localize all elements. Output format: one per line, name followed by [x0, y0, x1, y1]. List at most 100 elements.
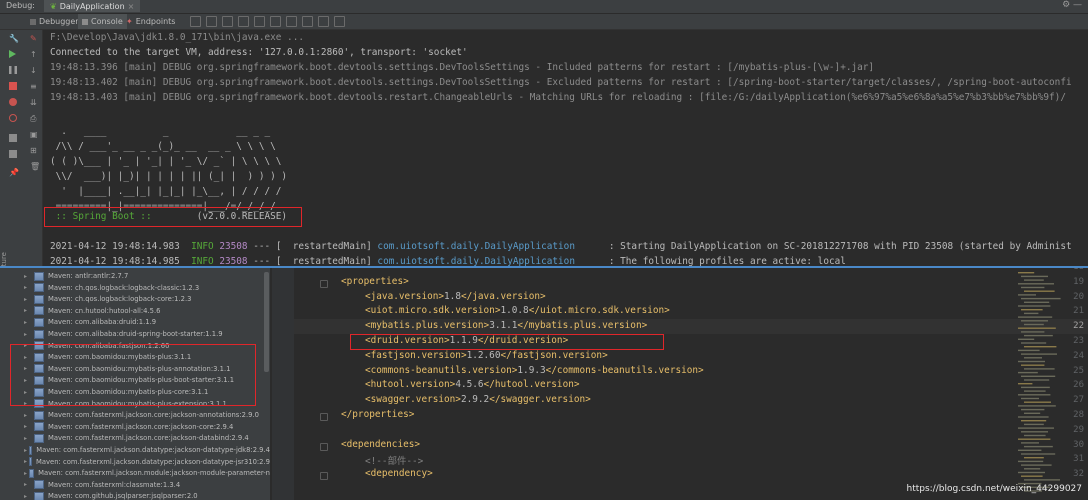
- close-icon[interactable]: ×: [128, 2, 135, 11]
- tree-item[interactable]: ▸ Maven: com.github.jsqlparser:jsqlparser…: [0, 490, 270, 500]
- minimap-line: [1024, 346, 1057, 348]
- minimap-line: [1021, 453, 1056, 455]
- print-icon[interactable]: ⎙: [30, 114, 38, 123]
- log-thread: --- [ restartedMain]: [247, 256, 378, 266]
- tree-item[interactable]: ▸ Maven: ch.qos.logback:logback-classic:1…: [0, 282, 270, 294]
- tree-item[interactable]: ▸ Maven: cn.hutool:hutool-all:4.5.6: [0, 305, 270, 317]
- minimap-line: [1021, 364, 1045, 366]
- minimap-line: [1021, 442, 1039, 444]
- tree-item[interactable]: ▸ Maven: com.fasterxml.jackson.core:jacks…: [0, 421, 270, 433]
- tree-scrollbar[interactable]: [264, 272, 269, 372]
- expand-arrow-icon[interactable]: ▸: [24, 458, 27, 465]
- tree-item[interactable]: ▸ Maven: com.fasterxml.jackson.datatype:j…: [0, 444, 270, 456]
- log-logger[interactable]: com.uiotsoft.daily.DailyApplication: [377, 256, 575, 266]
- tree-item[interactable]: ▸ Maven: antlr:antlr:2.7.7: [0, 270, 270, 282]
- restore-layout-icon[interactable]: ▣: [30, 130, 38, 139]
- tree-item[interactable]: ▸ Maven: com.fasterxml.jackson.core:jacks…: [0, 409, 270, 421]
- minimap-line: [1024, 468, 1041, 470]
- tree-highlight-box: [10, 344, 256, 406]
- expand-arrow-icon[interactable]: ▸: [24, 331, 32, 338]
- step-out-icon[interactable]: [254, 16, 265, 27]
- tree-item[interactable]: ▸ Maven: com.fasterxml.jackson.module:jac…: [0, 467, 270, 479]
- view-breakpoints-icon[interactable]: [9, 98, 17, 106]
- camera-icon[interactable]: [9, 134, 17, 142]
- clear-all-icon[interactable]: 🗑: [30, 162, 40, 171]
- expand-arrow-icon[interactable]: ▸: [24, 493, 32, 500]
- xml-open-tag: <dependency>: [365, 468, 433, 480]
- tree-item[interactable]: ▸ Maven: com.fasterxml:classmate:1.3.4: [0, 479, 270, 491]
- wrench-icon[interactable]: 🔧: [9, 34, 19, 43]
- minimap-line: [1021, 475, 1043, 477]
- code-line: <uiot.micro.sdk.version>1.0.8</uiot.micr…: [365, 305, 670, 316]
- tab-console[interactable]: Console: [78, 14, 127, 29]
- log-logger[interactable]: com.uiotsoft.daily.DailyApplication: [377, 241, 575, 252]
- layout-icon[interactable]: [334, 16, 345, 27]
- library-icon: [29, 468, 35, 478]
- resume-icon[interactable]: [9, 50, 16, 58]
- stop-icon[interactable]: [9, 82, 17, 90]
- expand-arrow-icon[interactable]: ▸: [24, 481, 32, 488]
- scroll-to-end-icon[interactable]: ⇊: [30, 98, 38, 107]
- edit-icon[interactable]: ✎: [30, 34, 38, 43]
- tree-item[interactable]: ▸ Maven: com.fasterxml.jackson.datatype:j…: [0, 456, 270, 468]
- trace-icon[interactable]: [318, 16, 329, 27]
- soft-wrap-icon[interactable]: ≡: [30, 82, 38, 91]
- expand-arrow-icon[interactable]: ▸: [24, 284, 32, 291]
- tree-item[interactable]: ▸ Maven: ch.qos.logback:logback-core:1.2.…: [0, 293, 270, 305]
- console-line: 19:48:13.402 [main] DEBUG org.springfram…: [50, 77, 1072, 88]
- xml-open-tag: <uiot.micro.sdk.version>: [365, 305, 501, 317]
- tab-endpoints[interactable]: ✦ Endpoints: [122, 14, 179, 29]
- settings-icon[interactable]: ⚙ —: [1062, 0, 1082, 10]
- tree-item[interactable]: ▸ Maven: com.fasterxml.jackson.core:jacks…: [0, 432, 270, 444]
- fold-marker-icon[interactable]: [320, 442, 328, 451]
- step-into-icon[interactable]: [222, 16, 233, 27]
- minimap-line: [1021, 297, 1061, 300]
- run-config-tab[interactable]: ❦ DailyApplication ×: [44, 0, 141, 12]
- tree-item-label: Maven: antlr:antlr:2.7.7: [48, 272, 129, 280]
- fold-marker-icon[interactable]: [320, 472, 328, 481]
- expand-arrow-icon[interactable]: ▸: [24, 470, 27, 477]
- tab-debugger[interactable]: Debugger: [26, 14, 83, 29]
- library-icon: [34, 317, 44, 327]
- fold-marker-icon[interactable]: [320, 413, 328, 421]
- log-timestamp: 2021-04-12 19:48:14.985: [50, 256, 180, 266]
- step-over-icon[interactable]: [206, 16, 217, 27]
- tree-item[interactable]: ▸ Maven: com.alibaba:druid:1.1.9: [0, 316, 270, 328]
- minimap-line: [1021, 342, 1047, 344]
- minimap-line: [1024, 457, 1044, 459]
- expand-arrow-icon[interactable]: ▸: [24, 447, 27, 454]
- expand-arrow-icon[interactable]: ▸: [24, 412, 32, 419]
- expand-arrow-icon[interactable]: ▸: [24, 435, 32, 442]
- minimap-line: [1024, 312, 1039, 315]
- expand-arrow-icon[interactable]: ▸: [24, 423, 32, 430]
- xml-open-tag: <java.version>: [365, 290, 445, 302]
- pause-icon[interactable]: [9, 66, 17, 74]
- console-line: F:\Develop\Java\jdk1.8.0_171\bin\java.ex…: [50, 32, 304, 43]
- down-arrow-icon[interactable]: ↓: [30, 66, 38, 75]
- tree-item-label: Maven: ch.qos.logback:logback-core:1.2.3: [48, 295, 192, 304]
- force-step-into-icon[interactable]: [238, 16, 249, 27]
- mute-breakpoints-icon[interactable]: [9, 114, 17, 122]
- run-to-cursor-icon[interactable]: [286, 16, 297, 27]
- xml-open-tag: <mybatis.plus.version>: [365, 320, 490, 332]
- up-arrow-icon[interactable]: ↑: [30, 50, 38, 59]
- console-output[interactable]: F:\Develop\Java\jdk1.8.0_171\bin\java.ex…: [44, 30, 1088, 266]
- settings-icon[interactable]: [9, 150, 17, 158]
- drop-frame-icon[interactable]: [270, 16, 281, 27]
- expand-arrow-icon[interactable]: ▸: [24, 296, 32, 303]
- expand-arrow-icon[interactable]: ▸: [24, 319, 32, 326]
- expand-arrow-icon[interactable]: ▸: [24, 273, 32, 280]
- tree-item[interactable]: ▸ Maven: com.alibaba:druid-spring-boot-st…: [0, 328, 270, 340]
- show-execution-point-icon[interactable]: [190, 16, 201, 27]
- minimap-line: [1018, 283, 1054, 285]
- fold-marker-icon[interactable]: [320, 279, 328, 288]
- xml-close-tag: </swagger.version>: [489, 394, 591, 406]
- minimap[interactable]: [1018, 272, 1078, 497]
- pin-icon[interactable]: 📌: [9, 168, 19, 177]
- tab-endpoints-label: Endpoints: [135, 17, 176, 26]
- expand-arrow-icon[interactable]: ▸: [24, 307, 32, 314]
- pom-editor[interactable]: 1819<properties>20<java.version>1.8</jav…: [272, 268, 1088, 500]
- evaluate-icon[interactable]: [302, 16, 313, 27]
- log-line: 2021-04-12 19:48:14.983 INFO 23508 --- […: [50, 239, 1072, 254]
- pin-tab-icon[interactable]: ⊞: [30, 146, 38, 155]
